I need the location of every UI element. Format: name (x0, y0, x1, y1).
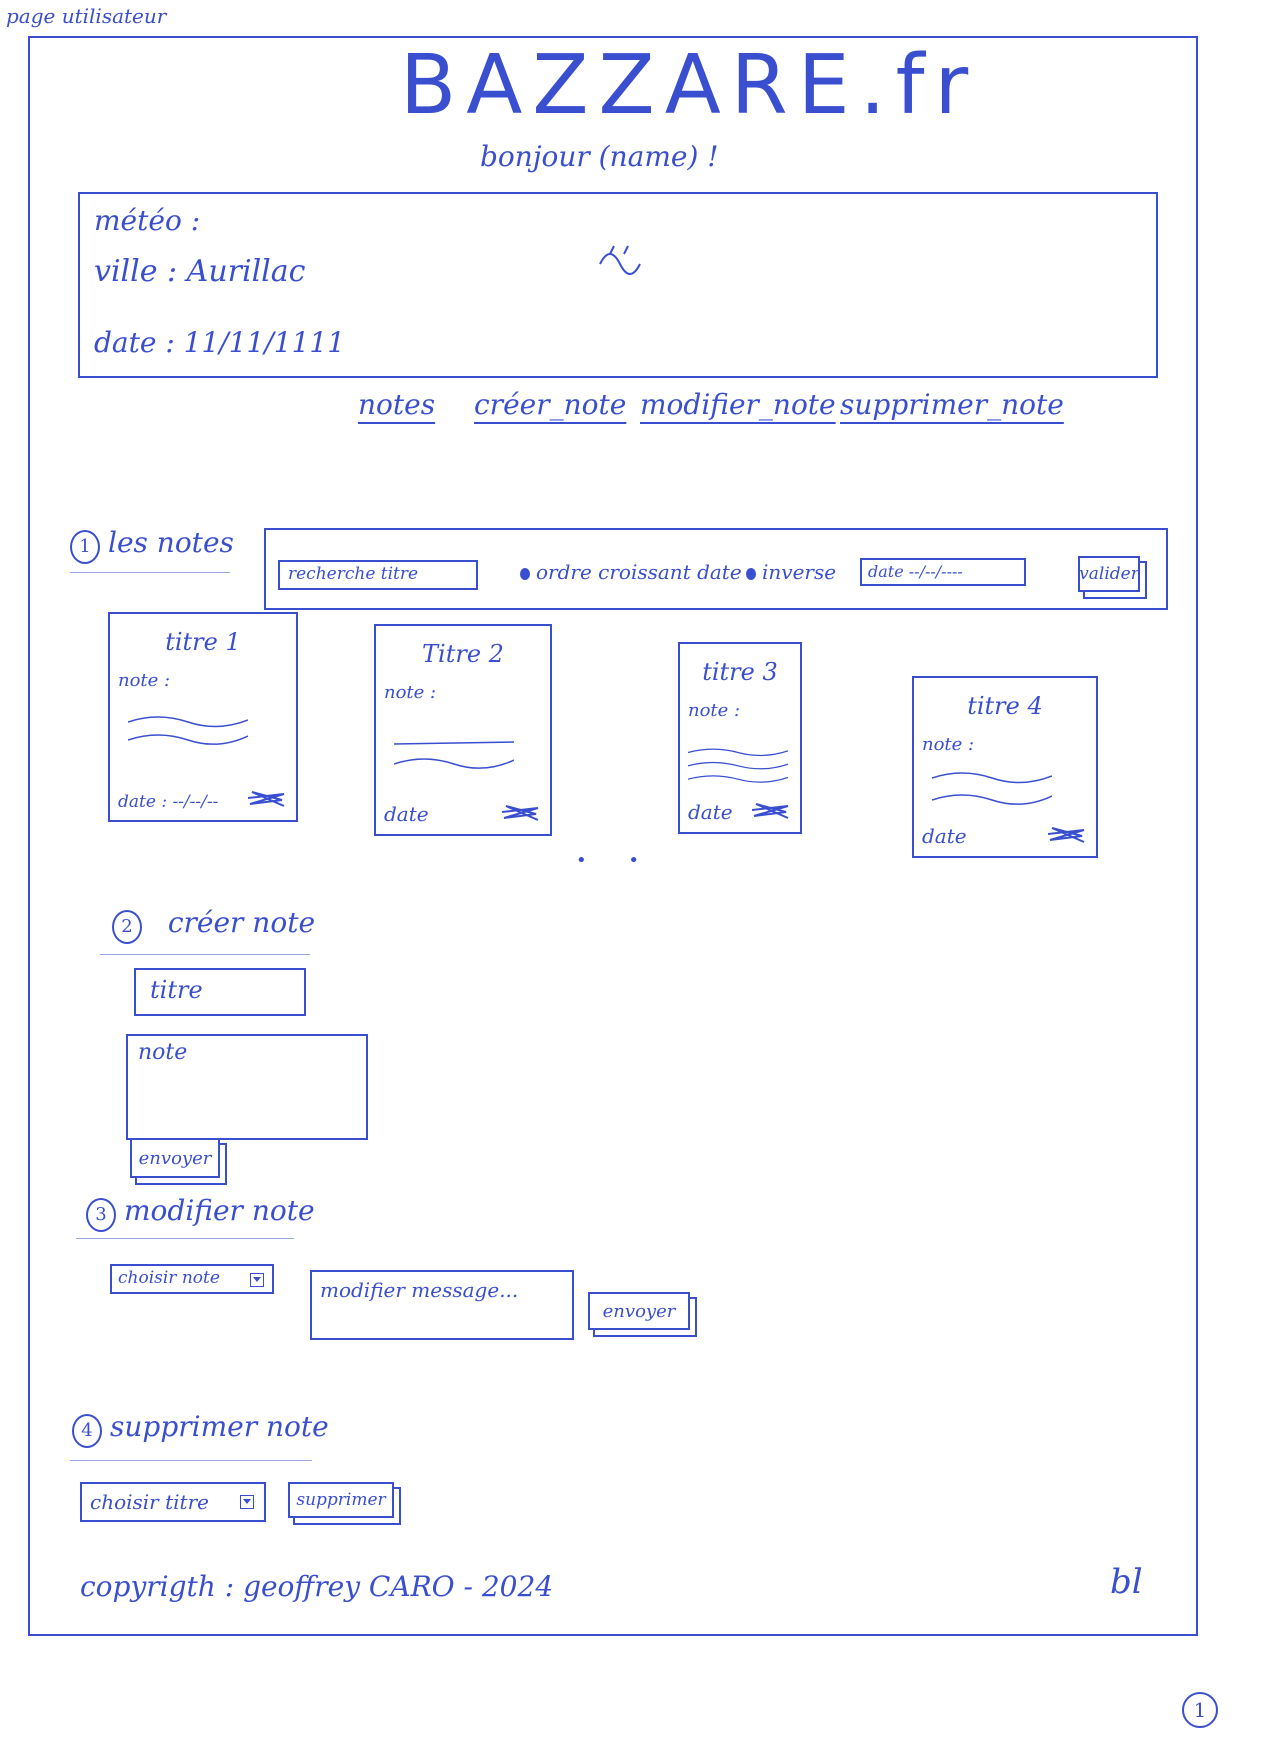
radio-dot (520, 567, 530, 580)
delete-button[interactable]: supprimer (288, 1482, 394, 1518)
greeting: bonjour (name) ! (480, 140, 719, 173)
chevron-down-icon (240, 1495, 254, 1509)
delete-scribble-icon[interactable] (500, 802, 540, 822)
section-number-1: 1 (70, 530, 100, 564)
note-card-text-lines (688, 748, 788, 783)
footer-signature: bl (1110, 1562, 1143, 1602)
section-edit-label: modifier note (124, 1194, 315, 1227)
chevron-down-icon (250, 1273, 264, 1287)
create-send-button[interactable]: envoyer (130, 1138, 220, 1178)
radio-inverse[interactable]: inverse (746, 560, 836, 584)
note-card-date: date (688, 800, 733, 824)
section-edit-title: 3 modifier note (86, 1194, 315, 1232)
pagination-dots[interactable]: • • (576, 850, 657, 871)
validate-button[interactable]: valider (1078, 556, 1140, 592)
note-card[interactable]: titre 1 note : date : --/--/-- (108, 612, 298, 822)
brand-title: BAZZARE.fr (400, 38, 979, 133)
note-card-title: Titre 2 (422, 640, 504, 668)
section-number-4: 4 (72, 1414, 102, 1448)
nav-create-note[interactable]: créer_note (474, 388, 626, 421)
weather-title: météo : (94, 204, 201, 237)
delete-scribble-icon[interactable] (246, 788, 286, 808)
section-create-title: 2 créer note (112, 906, 315, 944)
section-divider (76, 1238, 294, 1239)
note-card-note-label: note : (384, 682, 437, 703)
delete-title-select[interactable]: choisir titre (80, 1482, 266, 1522)
section-number-2: 2 (112, 910, 142, 944)
section-divider (100, 954, 310, 955)
weather-date: date : 11/11/1111 (94, 326, 346, 359)
note-card-text-lines (394, 741, 514, 769)
note-card-title: titre 1 (165, 628, 241, 656)
weather-city: ville : Aurillac (94, 254, 306, 289)
section-delete-label: supprimer note (110, 1410, 329, 1443)
radio-order-label: ordre croissant date (536, 560, 742, 584)
note-card-note-label: note : (922, 734, 975, 755)
note-card[interactable]: titre 3 note : date (678, 642, 802, 834)
radio-order-date[interactable]: ordre croissant date (520, 560, 742, 584)
note-card[interactable]: titre 4 note : date (912, 676, 1098, 858)
create-note-textarea[interactable]: note (126, 1034, 368, 1140)
section-notes-label: les notes (108, 526, 234, 559)
search-title-input[interactable]: recherche titre (278, 560, 478, 590)
delete-scribble-icon[interactable] (750, 800, 790, 820)
section-delete-title: 4 supprimer note (72, 1410, 329, 1448)
create-title-input[interactable]: titre (134, 968, 306, 1016)
note-card-note-label: note : (688, 700, 741, 721)
filter-bar: recherche titre ordre croissant date inv… (264, 528, 1168, 610)
note-card-date: date : --/--/-- (118, 792, 219, 812)
radio-inverse-label: inverse (762, 560, 837, 584)
note-card-date: date (922, 824, 967, 848)
page-label: page utilisateur (6, 4, 167, 28)
radio-dot (746, 567, 756, 580)
section-divider (70, 572, 230, 573)
nav-notes[interactable]: notes (358, 388, 435, 421)
date-filter-input[interactable]: date --/--/---- (860, 558, 1026, 586)
edit-message-textarea[interactable]: modifier message... (310, 1270, 574, 1340)
footer-copyright: copyrigth : geoffrey CARO - 2024 (80, 1570, 554, 1603)
edit-note-select[interactable]: choisir note (110, 1264, 274, 1294)
page-number: 1 (1182, 1692, 1218, 1728)
section-notes-title: 1 les notes (70, 526, 234, 564)
note-card-date: date (384, 802, 429, 826)
weather-icon (599, 245, 641, 275)
delete-scribble-icon[interactable] (1046, 824, 1086, 844)
nav-delete-note[interactable]: supprimer_note (840, 388, 1064, 421)
edit-note-select-label: choisir note (118, 1268, 220, 1288)
section-divider (70, 1460, 312, 1461)
note-card[interactable]: Titre 2 note : date (374, 624, 552, 836)
note-card-title: titre 4 (967, 692, 1043, 720)
delete-title-select-label: choisir titre (90, 1490, 209, 1514)
edit-send-button[interactable]: envoyer (588, 1292, 690, 1330)
weather-panel: météo : ville : Aurillac date : 11/11/11… (78, 192, 1158, 378)
note-card-text-lines (128, 716, 248, 745)
note-card-note-label: note : (118, 670, 171, 691)
note-card-title: titre 3 (702, 658, 778, 686)
note-card-text-lines (932, 772, 1052, 805)
nav-edit-note[interactable]: modifier_note (640, 388, 836, 421)
section-number-3: 3 (86, 1198, 116, 1232)
section-create-label: créer note (167, 906, 316, 939)
